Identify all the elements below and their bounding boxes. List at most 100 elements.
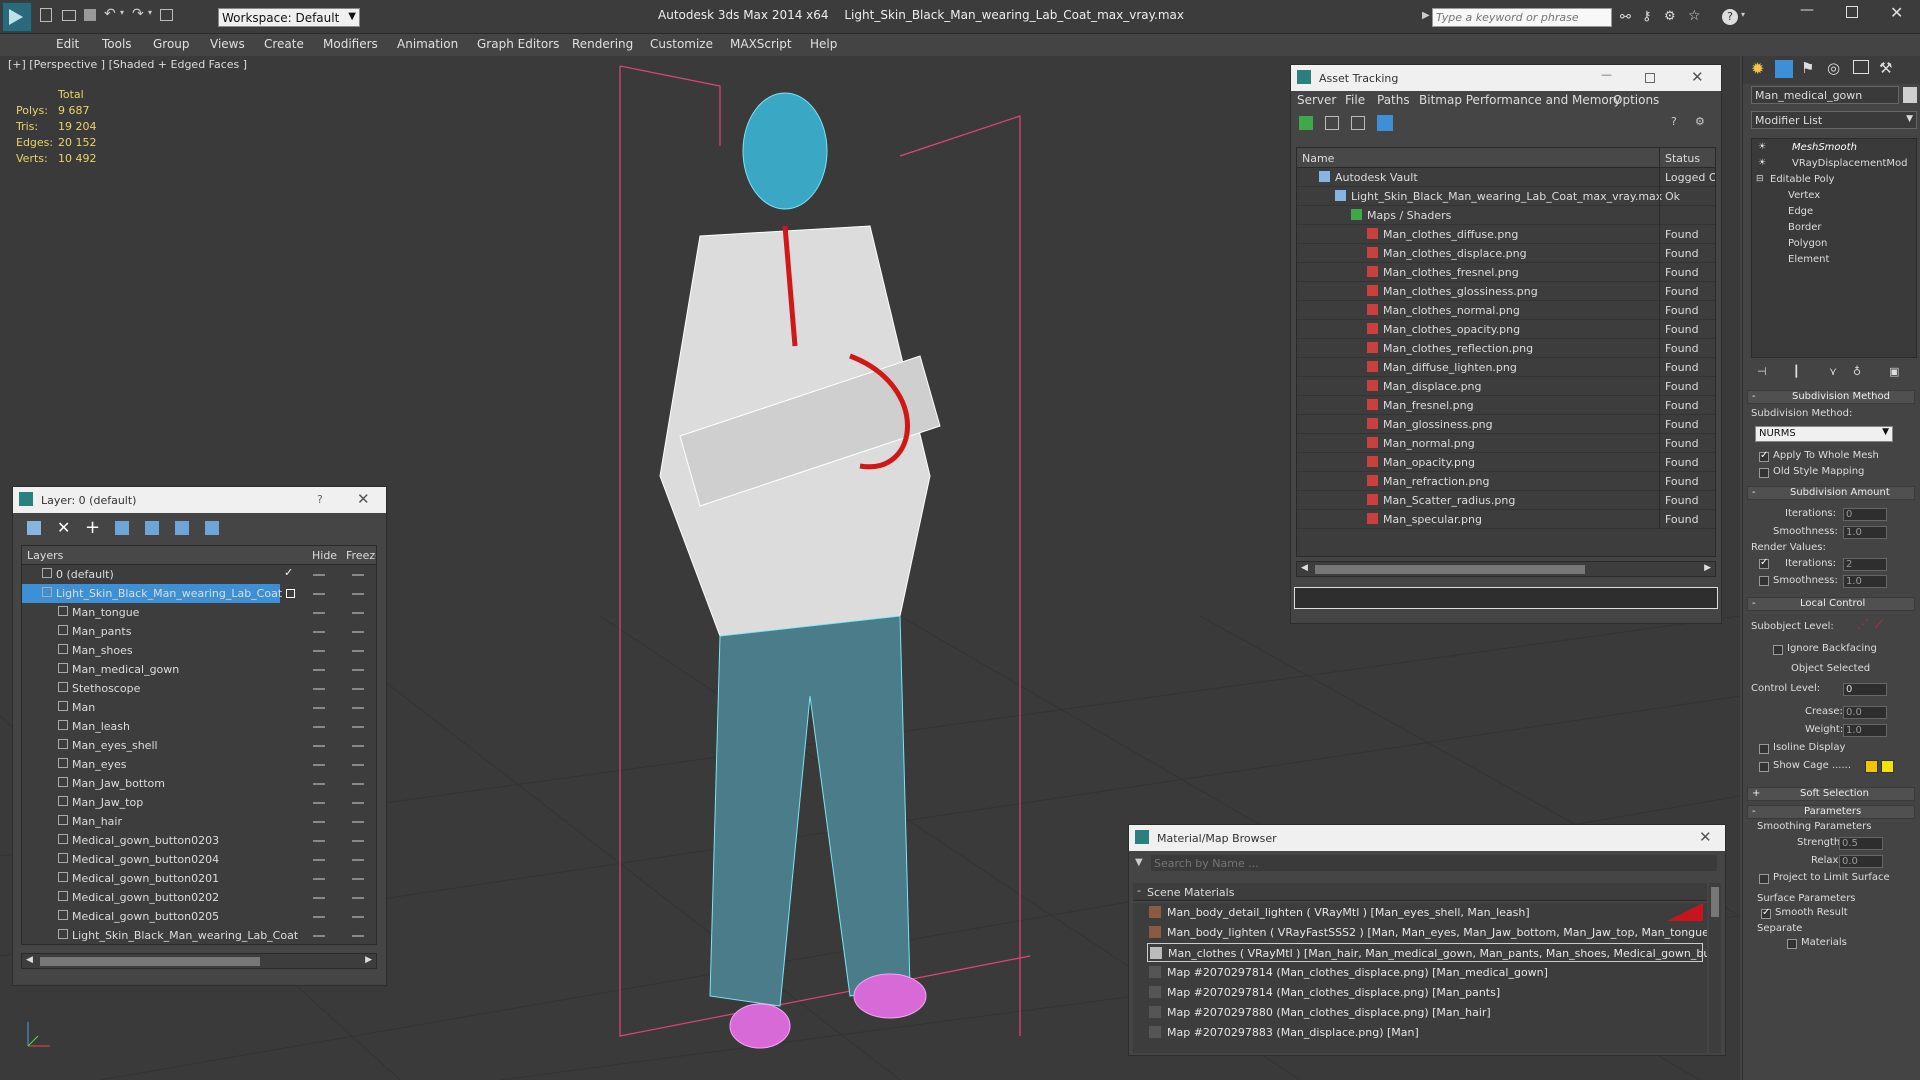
layer-row[interactable]: Stethoscope [22, 679, 376, 698]
asset-row[interactable]: Man_clothes_opacity.png Found [1297, 320, 1715, 339]
layer-row[interactable]: Man_tongue [22, 603, 376, 622]
freeze-toggle[interactable] [352, 574, 364, 576]
menu-views[interactable]: Views [210, 37, 245, 51]
asset-row[interactable]: Autodesk Vault Logged O [1297, 168, 1715, 187]
material-row[interactable]: Man_clothes ( VRayMtl ) [Man_hair, Man_m… [1147, 943, 1707, 962]
remove-modifier-icon[interactable]: ♁ [1853, 365, 1861, 378]
highlight-selected-icon[interactable] [145, 521, 159, 535]
asset-row[interactable]: Man_clothes_reflection.png Found [1297, 339, 1715, 358]
layer-row[interactable]: Man_Jaw_bottom [22, 774, 376, 793]
current-layer-check-icon[interactable]: ✓ [284, 566, 293, 579]
freeze-toggle[interactable] [352, 859, 364, 861]
asset-row[interactable]: Light_Skin_Black_Man_wearing_Lab_Coat_ma… [1297, 187, 1715, 206]
layer-manager-titlebar[interactable]: Layer: 0 (default) ? ✕ [13, 487, 386, 513]
edge-level-icon[interactable]: ⟋ [1875, 617, 1883, 632]
asset-row[interactable]: Man_clothes_displace.png Found [1297, 244, 1715, 263]
workspace-dropdown[interactable]: Workspace: Default ▼ [218, 8, 360, 27]
scene-materials-group[interactable]: - Scene Materials [1133, 883, 1707, 901]
asset-menu-server[interactable]: Server [1297, 93, 1336, 107]
weight-spinner[interactable]: 1.0 [1843, 724, 1887, 737]
layer-close-icon[interactable]: ✕ [357, 490, 370, 508]
freeze-toggle[interactable] [352, 821, 364, 823]
name-column-header[interactable]: Name [1302, 152, 1334, 165]
freeze-column-header[interactable]: Freeze [346, 549, 376, 562]
asset-settings-icon[interactable]: ⚙ [1695, 115, 1705, 128]
undo-icon[interactable]: ↶ [104, 6, 120, 22]
layer-row[interactable]: Medical_gown_button0202 [22, 888, 376, 907]
subscription-icon[interactable]: ⚙ [1664, 9, 1680, 25]
hide-toggle[interactable] [313, 745, 325, 747]
keyword-search-box[interactable] [1432, 8, 1612, 27]
layer-row[interactable]: Medical_gown_button0203 [22, 831, 376, 850]
apply-whole-mesh-checkbox[interactable] [1759, 450, 1769, 462]
freeze-toggle[interactable] [352, 688, 364, 690]
redo-icon[interactable]: ↷ [132, 6, 148, 22]
old-style-mapping-checkbox[interactable] [1759, 468, 1769, 478]
asset-row[interactable]: Man_clothes_glossiness.png Found [1297, 282, 1715, 301]
select-objects-icon[interactable] [115, 521, 129, 535]
subdivision-method-header[interactable]: - Subdivision Method [1747, 390, 1915, 404]
layers-column-header[interactable]: Layers [27, 549, 63, 562]
asset-row[interactable]: Man_clothes_normal.png Found [1297, 301, 1715, 320]
layer-h-scrollbar[interactable]: ◀ ▶ [21, 953, 377, 969]
freeze-toggle[interactable] [352, 745, 364, 747]
hide-toggle[interactable] [313, 859, 325, 861]
hide-toggle[interactable] [313, 669, 325, 671]
save-file-icon[interactable] [84, 9, 96, 21]
create-tab-icon[interactable]: ✹ [1751, 59, 1764, 78]
asset-row[interactable]: Man_clothes_fresnel.png Found [1297, 263, 1715, 282]
asset-menu-options[interactable]: Options [1613, 93, 1659, 107]
hide-column-header[interactable]: Hide [312, 549, 337, 562]
vertex-level-icon[interactable]: ⋰ [1857, 617, 1869, 631]
menu-customize[interactable]: Customize [650, 37, 713, 51]
thumbnail-view-icon[interactable] [1351, 116, 1365, 130]
freeze-toggle[interactable] [352, 726, 364, 728]
freeze-all-icon[interactable] [205, 521, 219, 535]
stack-editable-poly[interactable]: Editable Poly [1770, 174, 1834, 185]
hide-toggle[interactable] [313, 688, 325, 690]
freeze-toggle[interactable] [352, 764, 364, 766]
modifier-list-dropdown[interactable]: Modifier List ▼ [1751, 111, 1917, 129]
asset-help-icon[interactable]: ? [1671, 115, 1677, 128]
material-row[interactable]: Map #2070297880 (Man_clothes_displace.pn… [1147, 1003, 1703, 1022]
material-row[interactable]: Map #2070297883 (Man_displace.png) [Man] [1147, 1023, 1703, 1042]
freeze-toggle[interactable] [352, 650, 364, 652]
asset-row[interactable]: Man_fresnel.png Found [1297, 396, 1715, 415]
layer-row[interactable]: 0 (default) ✓ [22, 565, 376, 584]
asset-row[interactable]: Man_opacity.png Found [1297, 453, 1715, 472]
app-logo-button[interactable] [2, 2, 32, 32]
hide-toggle[interactable] [313, 612, 325, 614]
asset-row[interactable]: Man_refraction.png Found [1297, 472, 1715, 491]
layer-row[interactable]: Man_Jaw_top [22, 793, 376, 812]
object-name-field[interactable]: Man_medical_gown [1751, 86, 1899, 104]
browser-options-icon[interactable]: ▼ [1135, 857, 1143, 868]
hide-toggle[interactable] [313, 802, 325, 804]
menu-create[interactable]: Create [264, 37, 304, 51]
refresh-icon[interactable] [1299, 116, 1313, 130]
menu-edit[interactable]: Edit [56, 37, 79, 51]
freeze-toggle[interactable] [352, 897, 364, 899]
asset-close-icon[interactable]: ✕ [1691, 68, 1704, 86]
layer-list[interactable]: Layers Hide Freeze 0 (default)✓Light_Ski… [21, 545, 377, 945]
menu-tools[interactable]: Tools [102, 37, 132, 51]
freeze-toggle[interactable] [352, 916, 364, 918]
freeze-toggle[interactable] [352, 669, 364, 671]
material-row[interactable]: Man_body_detail_lighten ( VRayMtl ) [Man… [1147, 903, 1703, 922]
hide-toggle[interactable] [313, 783, 325, 785]
smoothness-spinner[interactable]: 1.0 [1843, 526, 1887, 539]
make-unique-icon[interactable]: ⋎ [1829, 365, 1837, 378]
asset-menu-bitmap[interactable]: Bitmap Performance and Memory [1419, 93, 1621, 107]
configure-sets-icon[interactable]: ▣ [1889, 365, 1899, 378]
hide-toggle[interactable] [313, 821, 325, 823]
display-tab-icon[interactable] [1853, 60, 1869, 74]
hide-toggle[interactable] [313, 935, 325, 937]
parameters-header[interactable]: - Parameters [1747, 805, 1915, 819]
freeze-toggle[interactable] [352, 840, 364, 842]
lightbulb-icon[interactable]: ☀ [1758, 142, 1766, 152]
hide-toggle[interactable] [313, 574, 325, 576]
hide-toggle[interactable] [313, 726, 325, 728]
material-row[interactable]: Map #2070297814 (Man_clothes_displace.pn… [1147, 963, 1703, 982]
asset-menu-paths[interactable]: Paths [1377, 93, 1410, 107]
viewport-label[interactable]: [+] [Perspective ] [Shaded + Edged Faces… [8, 58, 247, 71]
modify-tab-icon[interactable] [1775, 60, 1793, 78]
